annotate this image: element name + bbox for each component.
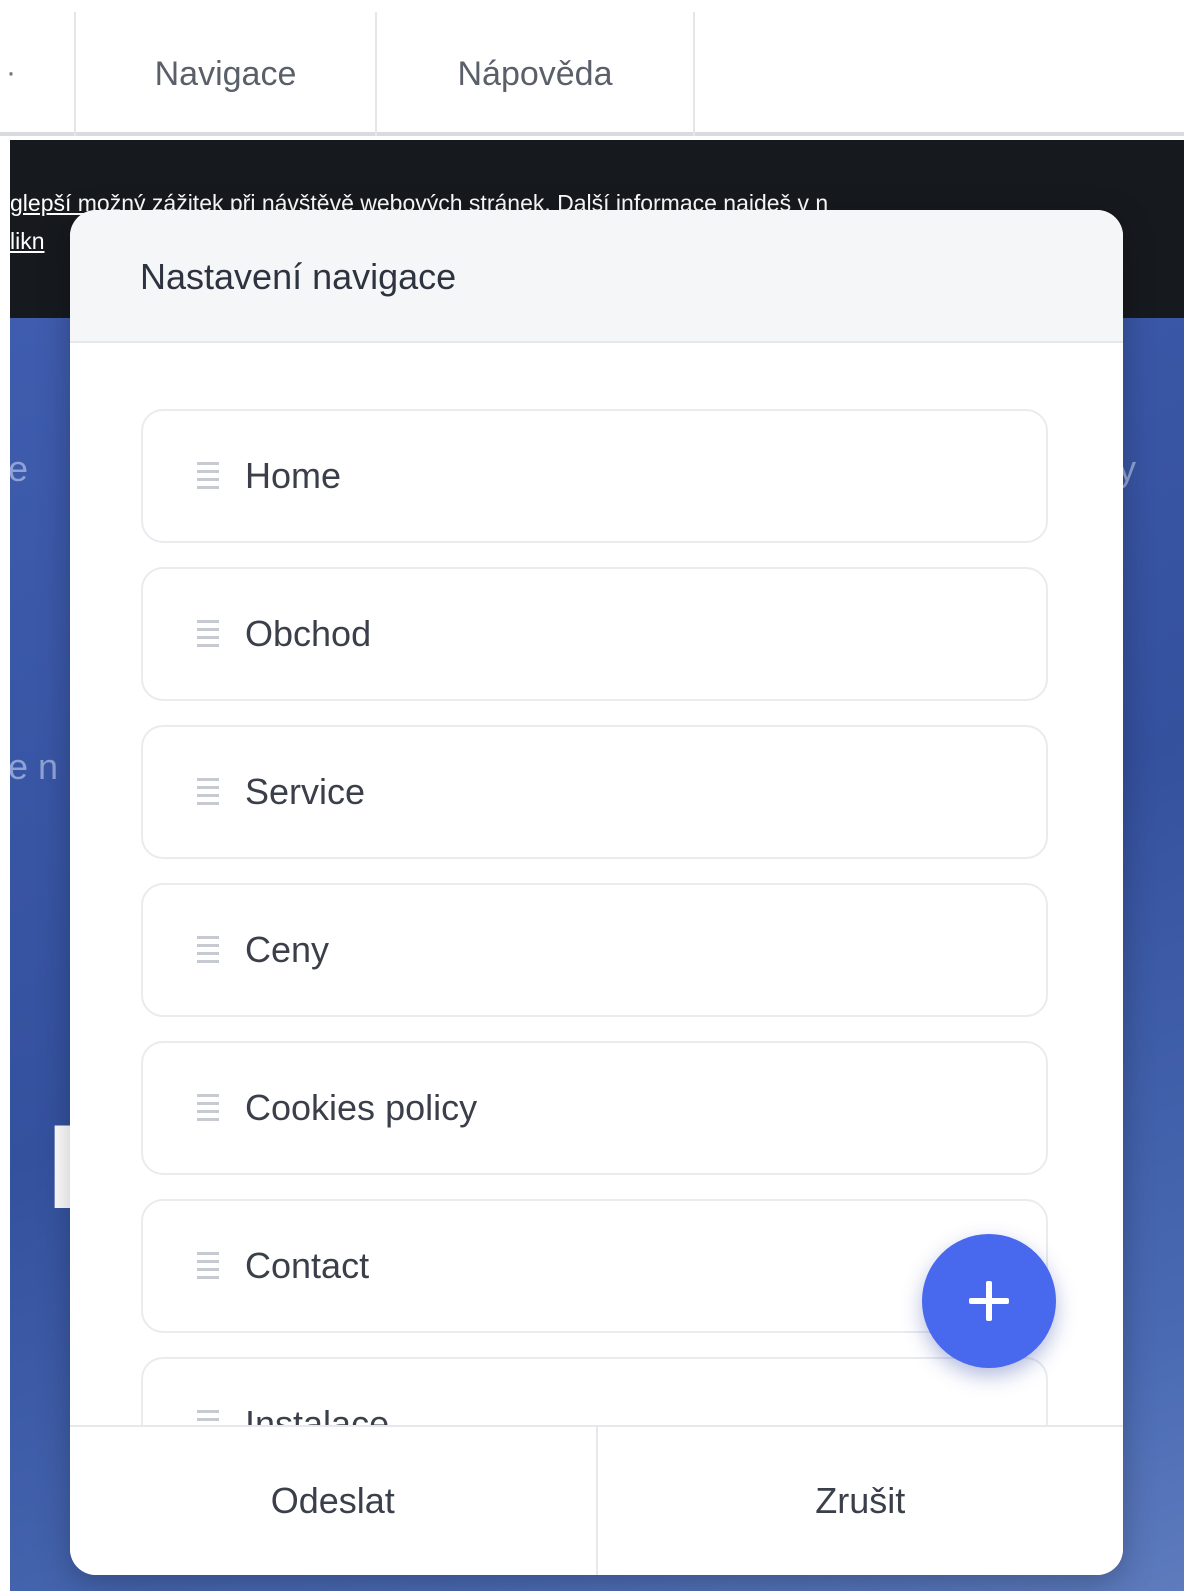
- drag-handle-icon[interactable]: [197, 460, 219, 492]
- dialog-footer: Odeslat Zrušit: [70, 1425, 1123, 1575]
- nav-item-home[interactable]: Home: [141, 409, 1048, 543]
- drag-handle-icon[interactable]: [197, 1250, 219, 1282]
- nav-item-label: Contact: [245, 1245, 370, 1286]
- tab-partial[interactable]: ·: [0, 12, 76, 136]
- nav-item-label: Service: [245, 771, 366, 812]
- drag-handle-icon[interactable]: [197, 776, 219, 808]
- nav-item-contact[interactable]: Contact: [141, 1199, 1048, 1333]
- nav-item-label: Obchod: [245, 613, 372, 654]
- add-item-button[interactable]: [922, 1234, 1056, 1368]
- hero-text-fragment: e: [10, 448, 29, 489]
- nav-item-obchod[interactable]: Obchod: [141, 567, 1048, 701]
- tab-navigace[interactable]: Navigace: [76, 12, 377, 136]
- submit-button[interactable]: Odeslat: [70, 1427, 596, 1575]
- tab-napoveda[interactable]: Nápověda: [377, 12, 695, 136]
- top-menu-bar: · Navigace Nápověda: [0, 0, 1184, 136]
- cancel-button[interactable]: Zrušit: [595, 1427, 1124, 1575]
- drag-handle-icon[interactable]: [197, 618, 219, 650]
- nav-item-ceny[interactable]: Ceny: [141, 883, 1048, 1017]
- dialog-title: Nastavení navigace: [70, 210, 1123, 343]
- drag-handle-icon[interactable]: [197, 1408, 219, 1425]
- nav-item-label: Instalace: [245, 1403, 390, 1425]
- hero-text-fragment: e n: [10, 746, 59, 787]
- drag-handle-icon[interactable]: [197, 1092, 219, 1124]
- drag-handle-icon[interactable]: [197, 934, 219, 966]
- navigation-settings-dialog: Nastavení navigace Home Obchod Service C…: [70, 210, 1123, 1575]
- nav-item-label: Ceny: [245, 929, 330, 970]
- nav-item-label: Cookies policy: [245, 1087, 478, 1128]
- app-screen: · Navigace Nápověda glepší možný zážitek…: [0, 0, 1184, 1591]
- nav-item-service[interactable]: Service: [141, 725, 1048, 859]
- nav-item-instalace[interactable]: Instalace: [141, 1357, 1048, 1425]
- nav-item-label: Home: [245, 455, 342, 496]
- nav-item-cookies-policy[interactable]: Cookies policy: [141, 1041, 1048, 1175]
- plus-icon: [965, 1277, 1013, 1325]
